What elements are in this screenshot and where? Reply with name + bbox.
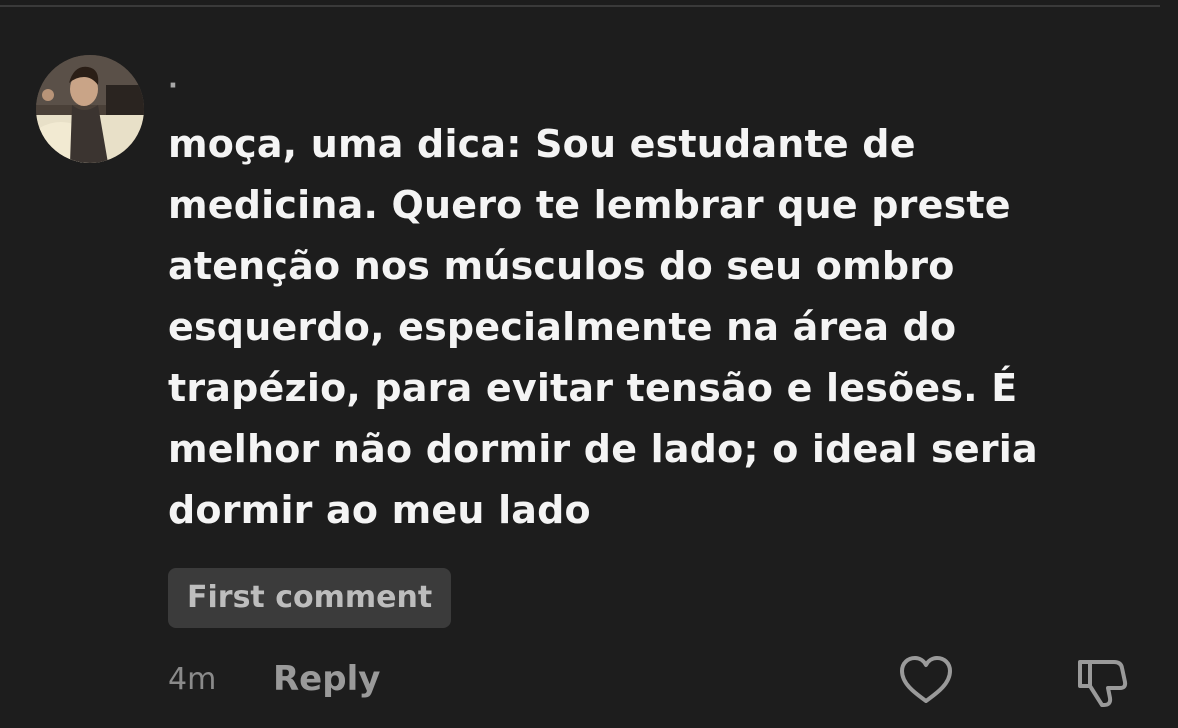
thumbs-down-icon — [1078, 660, 1128, 707]
avatar-image — [36, 55, 144, 163]
comment-username[interactable]: · — [168, 66, 178, 106]
avatar[interactable] — [36, 55, 144, 163]
comment-text-line: moça, uma dica: Sou estudante de — [168, 122, 916, 166]
comment-text-line: medicina. Quero te lembrar que preste — [168, 183, 1011, 227]
top-divider — [0, 5, 1160, 7]
comment-text-line: melhor não dormir de lado; o ideal seria — [168, 427, 1038, 471]
heart-icon — [900, 656, 952, 703]
comment-timestamp: 4m — [168, 662, 217, 697]
reply-button[interactable]: Reply — [273, 658, 380, 700]
comment-text: moça, uma dica: Sou estudante de medicin… — [168, 114, 1128, 541]
like-button[interactable] — [898, 654, 954, 706]
comment-footer: 4m Reply — [168, 652, 1158, 708]
comment-text-line: esquerdo, especialmente na área do — [168, 305, 957, 349]
comment-text-line: dormir ao meu lado — [168, 488, 591, 532]
first-comment-badge: First comment — [168, 568, 452, 628]
dislike-button[interactable] — [1074, 654, 1130, 710]
comment-text-line: trapézio, para evitar tensão e lesões. É — [168, 366, 1018, 410]
comment-text-line: atenção nos músculos do seu ombro — [168, 244, 955, 288]
